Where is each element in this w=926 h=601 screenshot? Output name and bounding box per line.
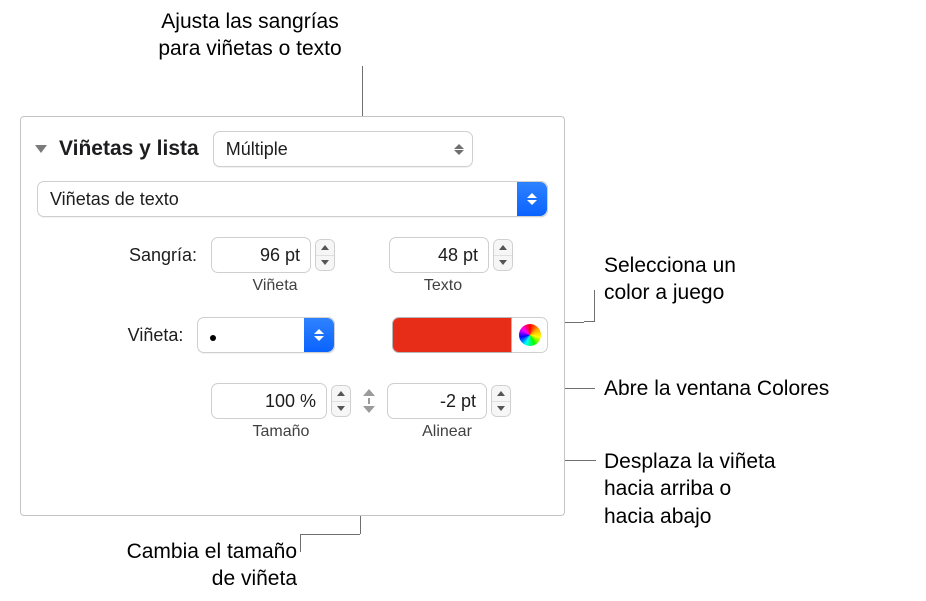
align-field[interactable]: -2 pt [387,383,487,419]
leader-line [300,534,301,552]
indent-row: Sangría: 96 pt 48 pt [37,237,548,273]
bullets-lists-panel: Viñetas y lista Múltiple Viñetas de text… [20,116,565,516]
callout-size: Cambia el tamaño de viñeta [97,538,297,593]
section-header: Viñetas y lista Múltiple [37,131,548,167]
updown-chevron-icon [517,182,547,216]
align-stepper-buttons[interactable] [491,385,511,417]
indent-text-sublabel: Texto [379,277,507,295]
callout-shift: Desplaza la viñeta hacia arriba o hacia … [604,448,776,530]
section-title: Viñetas y lista [59,137,199,161]
bullet-label: Viñeta: [37,325,183,346]
size-sublabel: Tamaño [211,423,351,441]
indent-text-value: 48 pt [438,245,478,266]
indent-bullet-field[interactable]: 96 pt [211,237,311,273]
leader-line [562,460,596,461]
bullet-type-row: Viñetas de texto [37,181,548,217]
updown-chevron-icon [454,144,464,155]
indent-text-field[interactable]: 48 pt [389,237,489,273]
list-style-popup[interactable]: Múltiple [213,131,473,167]
disclosure-triangle-icon[interactable] [35,145,47,153]
align-sublabel: Alinear [385,423,509,441]
bullet-dot-icon [210,335,216,341]
list-style-value: Múltiple [226,139,288,160]
callout-color-match: Selecciona un color a juego [604,252,736,307]
color-wheel-button[interactable] [512,317,548,353]
size-align-sublabels: Tamaño Alinear [37,423,548,441]
size-stepper: 100 % [211,383,351,419]
color-wheel-icon [519,324,541,346]
size-value: 100 % [265,391,316,412]
indent-text-stepper: 48 pt [389,237,513,273]
bullet-char-popup[interactable] [197,317,334,353]
align-value: -2 pt [440,391,476,412]
leader-elbow [584,290,595,322]
bullet-type-value: Viñetas de texto [38,189,517,210]
vertical-arrows-icon [363,389,375,413]
align-stepper: -2 pt [387,383,511,419]
color-controls [392,317,548,353]
leader-line [300,534,360,535]
indent-text-stepper-buttons[interactable] [493,239,513,271]
bullet-character-row: Viñeta: [37,317,548,353]
indent-label: Sangría: [37,245,197,266]
indent-bullet-sublabel: Viñeta [211,277,339,295]
size-align-row: 100 % -2 pt [37,383,548,419]
updown-chevron-icon [304,318,334,352]
indent-bullet-stepper-buttons[interactable] [315,239,335,271]
size-stepper-buttons[interactable] [331,385,351,417]
indent-sublabels: Viñeta Texto [37,277,548,295]
color-well[interactable] [392,317,512,353]
callout-colors-window: Abre la ventana Colores [604,375,829,402]
indent-bullet-stepper: 96 pt [211,237,335,273]
bullet-type-popup[interactable]: Viñetas de texto [37,181,548,217]
callout-indent: Ajusta las sangrías para viñetas o texto [120,8,380,63]
size-field[interactable]: 100 % [211,383,327,419]
indent-bullet-value: 96 pt [260,245,300,266]
